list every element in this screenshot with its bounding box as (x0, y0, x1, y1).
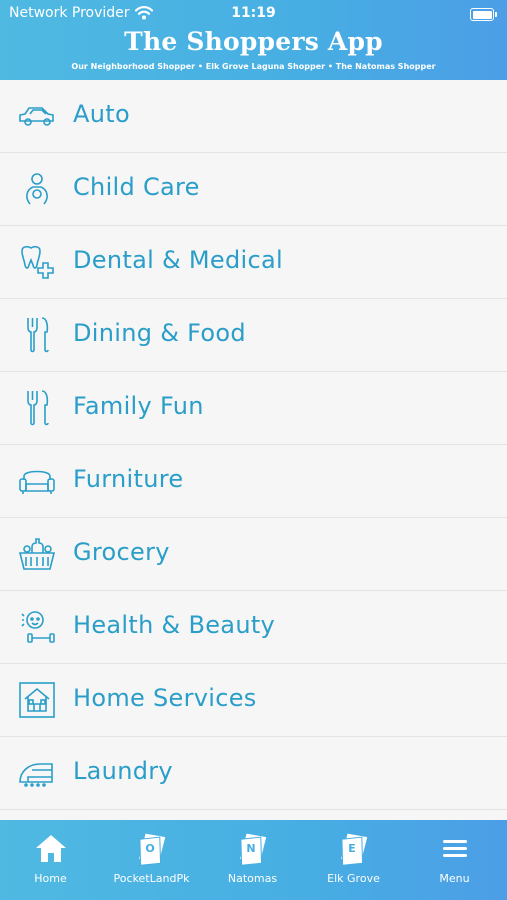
basket-icon (18, 538, 56, 570)
fitness-icon (21, 611, 55, 643)
app-subtitle: Our Neighborhood Shopper • Elk Grove Lag… (71, 62, 436, 71)
category-row-family-fun[interactable]: Family Fun (0, 372, 507, 445)
category-row-dining-food[interactable]: Dining & Food (0, 299, 507, 372)
iron-icon (19, 763, 53, 787)
battery-icon (470, 8, 497, 21)
car-icon (19, 107, 54, 126)
tab-label: Menu (439, 872, 470, 885)
category-row-furniture[interactable]: Furniture (0, 445, 507, 518)
category-label: Dining & Food (73, 319, 246, 347)
category-row-health-beauty[interactable]: Health & Beauty (0, 591, 507, 664)
house-icon (19, 682, 55, 718)
category-label: Child Care (73, 173, 200, 201)
category-row-auto[interactable]: Auto (0, 80, 507, 153)
newspaper-icon: E (340, 833, 367, 866)
tab-home[interactable]: Home (0, 820, 101, 900)
tab-menu[interactable]: Menu (404, 820, 505, 900)
newspaper-icon: O (138, 833, 165, 866)
category-row-home-services[interactable]: Home Services (0, 664, 507, 737)
fork-knife-icon (27, 317, 49, 353)
category-row-grocery[interactable]: Grocery (0, 518, 507, 591)
category-label: Auto (73, 100, 130, 128)
tab-pocketlandpk[interactable]: O PocketLandPk (101, 820, 202, 900)
tab-elk-grove[interactable]: E Elk Grove (303, 820, 404, 900)
newspaper-icon: N (239, 833, 266, 866)
category-list: Auto Child Care Dental & Medical Dining … (0, 80, 507, 810)
category-label: Furniture (73, 465, 184, 493)
svg-text:N: N (246, 842, 255, 855)
tab-label: Elk Grove (327, 872, 380, 885)
clock: 11:19 (231, 5, 276, 21)
home-icon (35, 835, 66, 862)
tab-label: Natomas (227, 872, 278, 885)
tab-bar: Home O PocketLandPk N Natomas E Elk Grov… (0, 820, 507, 900)
status-bar: Network Provider 11:19 (9, 5, 498, 25)
tab-label: Home (34, 872, 67, 885)
svg-text:E: E (348, 842, 356, 855)
tab-label: PocketLandPk (113, 872, 190, 885)
category-label: Grocery (73, 538, 170, 566)
hamburger-icon (442, 840, 467, 857)
category-row-dental-medical[interactable]: Dental & Medical (0, 226, 507, 299)
app-title: The Shoppers App (124, 27, 383, 56)
category-label: Health & Beauty (73, 611, 276, 639)
tab-natomas[interactable]: N Natomas (202, 820, 303, 900)
svg-text:O: O (145, 842, 154, 855)
category-label: Family Fun (73, 392, 204, 420)
sofa-icon (19, 470, 55, 494)
baby-icon (26, 173, 48, 205)
category-label: Home Services (73, 684, 257, 712)
category-label: Dental & Medical (73, 246, 283, 274)
tooth-icon (21, 245, 54, 279)
fork-knife-icon (27, 390, 49, 426)
app-header: Network Provider 11:19 The Shoppers App … (0, 0, 507, 80)
category-label: Laundry (73, 757, 173, 785)
category-row-child-care[interactable]: Child Care (0, 153, 507, 226)
category-row-laundry[interactable]: Laundry (0, 737, 507, 810)
